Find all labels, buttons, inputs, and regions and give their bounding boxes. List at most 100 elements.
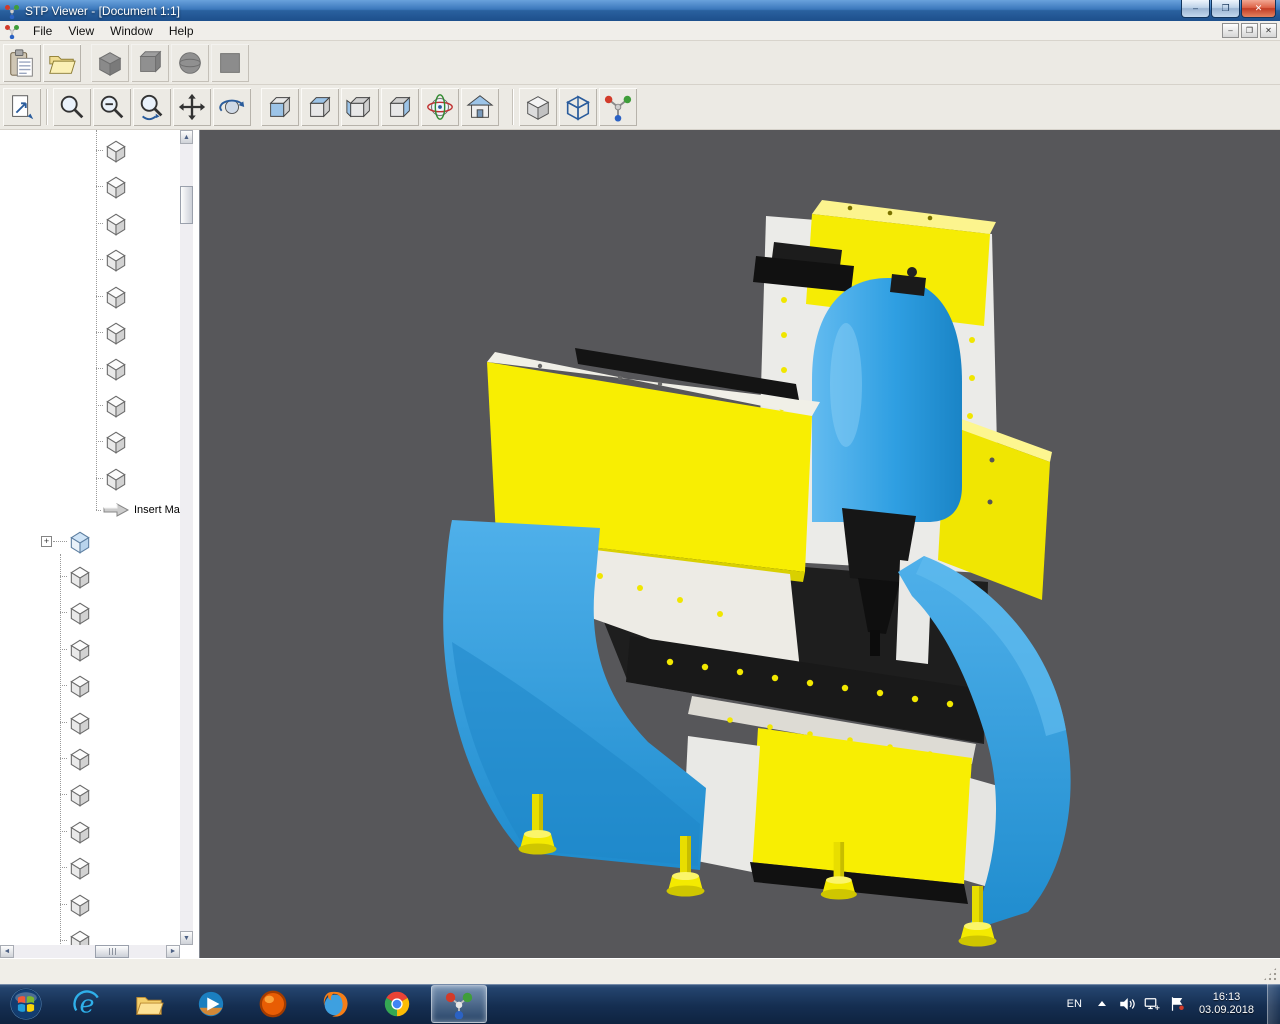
fit-to-window-button[interactable]	[3, 88, 41, 126]
maximize-button[interactable]: ❐	[1211, 0, 1240, 18]
mdi-restore-button[interactable]: ❐	[1241, 23, 1258, 38]
tree-item-part[interactable]	[0, 205, 178, 241]
show-hidden-icons-button[interactable]	[1093, 993, 1111, 1015]
menu-bar: File View Window Help – ❐ ✕	[0, 21, 1280, 41]
model-viewport[interactable]	[200, 130, 1280, 958]
tree-item-part[interactable]	[0, 168, 178, 204]
part-cube-icon	[70, 566, 90, 589]
view-front-button[interactable]	[261, 88, 299, 126]
volume-button[interactable]	[1118, 993, 1136, 1015]
view-home-button[interactable]	[461, 88, 499, 126]
tree-item-part[interactable]	[0, 387, 178, 423]
display-shaded-button[interactable]	[519, 88, 557, 126]
part-cube-icon	[106, 286, 126, 309]
tree-connector	[60, 830, 67, 832]
tree-item-part[interactable]	[0, 886, 178, 922]
tree-item-part[interactable]	[0, 132, 178, 168]
view-back-button[interactable]	[301, 88, 339, 126]
pan-button[interactable]	[173, 88, 211, 126]
scroll-down-arrow[interactable]: ▼	[180, 931, 193, 945]
scroll-thumb[interactable]	[180, 186, 193, 224]
resize-grip[interactable]	[1263, 967, 1277, 981]
tree-connector	[96, 477, 103, 479]
tree-item-part[interactable]	[0, 558, 178, 594]
assembly-cube-icon	[70, 531, 90, 554]
language-indicator[interactable]: EN	[1063, 996, 1086, 1012]
taskbar-media-player[interactable]	[183, 985, 239, 1023]
tree-item-part[interactable]	[0, 350, 178, 386]
scroll-right-arrow[interactable]: ►	[166, 945, 180, 958]
tree-item-part[interactable]	[0, 740, 178, 776]
display-axes-button[interactable]	[599, 88, 637, 126]
title-bar: STP Viewer - [Document 1:1] – ❐ ✕	[0, 0, 1280, 21]
view-perspective-button[interactable]	[421, 88, 459, 126]
window-title: STP Viewer - [Document 1:1]	[25, 3, 180, 18]
tree-connector	[60, 794, 67, 796]
tree-root-node[interactable]: +	[0, 528, 178, 556]
menu-help[interactable]: Help	[161, 22, 202, 40]
expand-plus-icon[interactable]: +	[41, 536, 52, 547]
zoom-button[interactable]	[53, 88, 91, 126]
tree-item-part[interactable]	[0, 813, 178, 849]
taskbar-windows-explorer[interactable]	[121, 985, 177, 1023]
view-left-button[interactable]	[341, 88, 379, 126]
zoom-window-button[interactable]	[93, 88, 131, 126]
tree-vertical-scrollbar[interactable]: ▲ ▼	[180, 130, 193, 945]
flag-icon	[1171, 997, 1184, 1011]
open-button[interactable]	[43, 43, 81, 82]
tree-item-part[interactable]	[0, 667, 178, 703]
tree-item-part[interactable]	[0, 594, 178, 630]
mdi-close-button[interactable]: ✕	[1260, 23, 1277, 38]
scroll-up-arrow[interactable]: ▲	[180, 130, 193, 144]
tree-item-part[interactable]	[0, 776, 178, 812]
shaded-box-icon	[526, 96, 550, 120]
paste-button[interactable]	[3, 43, 41, 82]
scroll-thumb[interactable]	[95, 945, 129, 958]
clock[interactable]: 16:13 03.09.2018	[1199, 991, 1254, 1017]
tree-item-part[interactable]	[0, 423, 178, 459]
document-system-icon[interactable]	[4, 23, 20, 39]
view-right-button[interactable]	[381, 88, 419, 126]
part-cube-icon	[70, 603, 90, 626]
menu-view[interactable]: View	[60, 22, 102, 40]
taskbar-stp-viewer[interactable]	[431, 985, 487, 1023]
tree-item-part[interactable]	[0, 704, 178, 740]
menu-file[interactable]: File	[25, 22, 60, 40]
tree-item-part[interactable]	[0, 849, 178, 885]
show-desktop-button[interactable]	[1267, 984, 1280, 1024]
tree-item-part[interactable]	[0, 631, 178, 667]
chrome-icon	[384, 991, 410, 1017]
display-wireframe-button[interactable]	[559, 88, 597, 126]
action-center-button[interactable]	[1168, 993, 1186, 1015]
menu-window[interactable]: Window	[102, 22, 161, 40]
tree-item-part[interactable]	[0, 241, 178, 277]
taskbar-chrome[interactable]	[369, 985, 425, 1023]
close-button[interactable]: ✕	[1241, 0, 1276, 18]
tree-item-part[interactable]	[0, 314, 178, 350]
minimize-button[interactable]: –	[1181, 0, 1210, 18]
tree-item-insert[interactable]: Insert Ma	[0, 498, 180, 522]
tree-item-part[interactable]	[0, 278, 178, 314]
toolbar-separator	[46, 89, 48, 125]
mdi-minimize-button[interactable]: –	[1222, 23, 1239, 38]
magnifier-arrow-icon	[140, 94, 163, 121]
tree-horizontal-scrollbar[interactable]: ◄ ►	[0, 945, 180, 958]
network-button[interactable]	[1143, 993, 1161, 1015]
model-spindle-head	[812, 267, 962, 522]
orbit-icon	[219, 99, 245, 115]
tree-connector	[60, 612, 67, 614]
ie-icon: e	[73, 989, 99, 1018]
magnifier-minus-icon	[100, 95, 124, 119]
taskbar-internet-explorer[interactable]: e	[59, 985, 115, 1023]
taskbar-browser-orange[interactable]	[245, 985, 301, 1023]
stp-viewer-app-icon	[5, 4, 19, 19]
rotate-button[interactable]	[213, 88, 251, 126]
taskbar-firefox[interactable]	[307, 985, 363, 1023]
scroll-left-arrow[interactable]: ◄	[0, 945, 14, 958]
part-cube-icon	[70, 821, 90, 844]
tree-item-part[interactable]	[0, 460, 178, 496]
tree-connector	[96, 331, 103, 333]
zoom-dynamic-button[interactable]	[133, 88, 171, 126]
start-button[interactable]	[0, 984, 52, 1024]
tree-connector	[96, 441, 103, 443]
